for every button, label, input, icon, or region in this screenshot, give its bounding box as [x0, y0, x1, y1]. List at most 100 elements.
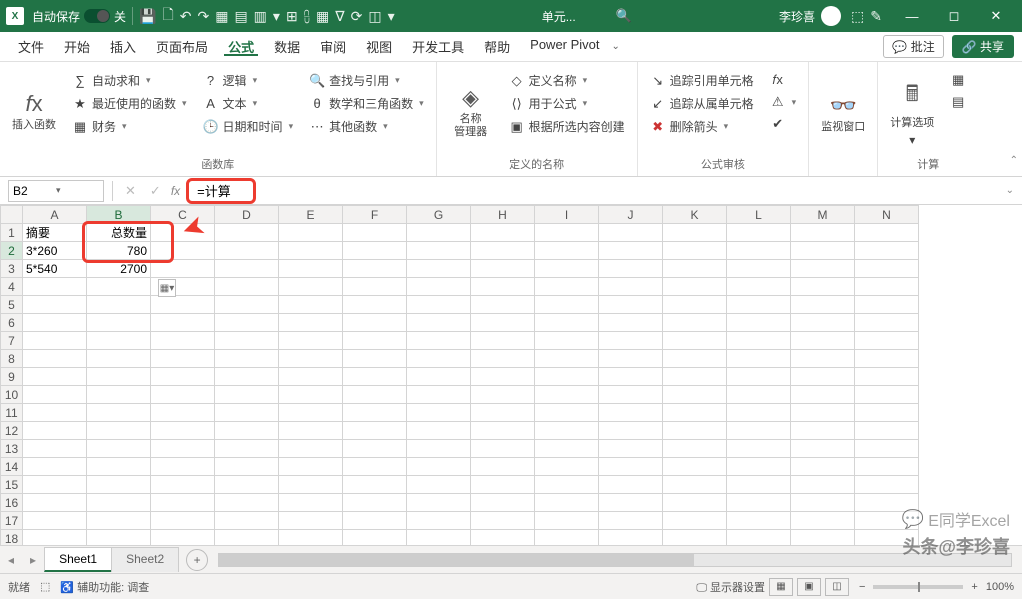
- cell[interactable]: [471, 440, 535, 458]
- cell[interactable]: [791, 224, 855, 242]
- autosave-toggle[interactable]: 自动保存 关: [32, 8, 126, 25]
- column-header[interactable]: H: [471, 206, 535, 224]
- cell[interactable]: [279, 314, 343, 332]
- cell[interactable]: [663, 242, 727, 260]
- cell[interactable]: [599, 260, 663, 278]
- cell[interactable]: [535, 512, 599, 530]
- accessibility-status[interactable]: ♿ 辅助功能: 调查: [60, 579, 149, 595]
- cell[interactable]: [599, 512, 663, 530]
- fx-icon[interactable]: fx: [171, 184, 180, 198]
- cell[interactable]: [343, 386, 407, 404]
- cell[interactable]: [151, 314, 215, 332]
- column-header[interactable]: A: [23, 206, 87, 224]
- cell[interactable]: [791, 314, 855, 332]
- define-name-button[interactable]: ◇定义名称▾: [505, 70, 629, 91]
- cell[interactable]: [343, 440, 407, 458]
- cell[interactable]: [151, 404, 215, 422]
- cell[interactable]: [599, 278, 663, 296]
- create-from-selection-button[interactable]: ▣根据所选内容创建: [505, 116, 629, 137]
- cell[interactable]: [23, 350, 87, 368]
- cell[interactable]: [343, 476, 407, 494]
- cell[interactable]: [343, 422, 407, 440]
- column-header[interactable]: L: [727, 206, 791, 224]
- cell[interactable]: [599, 440, 663, 458]
- cell[interactable]: [599, 332, 663, 350]
- menu-tab-审阅[interactable]: 审阅: [310, 37, 356, 56]
- cell[interactable]: [151, 530, 215, 546]
- cell[interactable]: [727, 332, 791, 350]
- trace-dependents-button[interactable]: ↙追踪从属单元格: [646, 93, 758, 114]
- pen-icon[interactable]: ✎: [870, 8, 882, 25]
- cell[interactable]: [151, 458, 215, 476]
- cell[interactable]: [215, 332, 279, 350]
- cell[interactable]: [23, 368, 87, 386]
- cell[interactable]: [23, 494, 87, 512]
- cell[interactable]: [87, 458, 151, 476]
- formula-input[interactable]: =计算: [186, 178, 256, 204]
- cell[interactable]: [87, 476, 151, 494]
- lookup-button[interactable]: 🔍查找与引用▾: [305, 70, 428, 91]
- use-in-formula-button[interactable]: ⟨⟩用于公式▾: [505, 93, 629, 114]
- cell[interactable]: [215, 530, 279, 546]
- cell[interactable]: 2700: [87, 260, 151, 278]
- cell[interactable]: [407, 422, 471, 440]
- cell[interactable]: [215, 476, 279, 494]
- cell[interactable]: [663, 512, 727, 530]
- cell[interactable]: [727, 278, 791, 296]
- math-button[interactable]: θ数学和三角函数▾: [305, 93, 428, 114]
- cell[interactable]: [663, 458, 727, 476]
- cell[interactable]: [279, 476, 343, 494]
- insert-function-button[interactable]: fx 插入函数: [8, 66, 60, 154]
- cell[interactable]: [87, 350, 151, 368]
- cell[interactable]: [471, 350, 535, 368]
- cell[interactable]: 5*540: [23, 260, 87, 278]
- calc-sheet-button[interactable]: ▤: [946, 92, 970, 112]
- cell[interactable]: [23, 458, 87, 476]
- cell[interactable]: [471, 476, 535, 494]
- row-header[interactable]: 11: [1, 404, 23, 422]
- cell[interactable]: [279, 422, 343, 440]
- menu-overflow-icon[interactable]: ⌄: [612, 41, 620, 52]
- cell[interactable]: [407, 224, 471, 242]
- cell[interactable]: [855, 314, 919, 332]
- cell[interactable]: [87, 440, 151, 458]
- save-icon[interactable]: 💾: [139, 8, 156, 25]
- cell[interactable]: [791, 404, 855, 422]
- menu-tab-公式[interactable]: 公式: [218, 37, 264, 56]
- error-checking-button[interactable]: ⚠▾: [766, 92, 801, 112]
- cell[interactable]: [215, 350, 279, 368]
- sheet-tab[interactable]: Sheet1: [44, 547, 112, 572]
- cell[interactable]: [727, 314, 791, 332]
- maximize-button[interactable]: ◻: [934, 2, 974, 30]
- menu-tab-Power Pivot[interactable]: Power Pivot: [520, 37, 609, 52]
- cell[interactable]: [407, 530, 471, 546]
- redo-icon[interactable]: ↷: [197, 8, 209, 25]
- cell[interactable]: [471, 512, 535, 530]
- cell[interactable]: [535, 458, 599, 476]
- cell[interactable]: [151, 350, 215, 368]
- zoom-slider[interactable]: [873, 585, 963, 589]
- search-icon[interactable]: 🔍: [616, 8, 632, 24]
- cell[interactable]: [279, 224, 343, 242]
- zoom-in-button[interactable]: +: [971, 581, 977, 593]
- cell[interactable]: [535, 278, 599, 296]
- cell[interactable]: [791, 476, 855, 494]
- cell[interactable]: [471, 278, 535, 296]
- column-header[interactable]: E: [279, 206, 343, 224]
- cell[interactable]: [87, 386, 151, 404]
- cell[interactable]: [215, 368, 279, 386]
- cell[interactable]: [599, 296, 663, 314]
- cell[interactable]: [791, 260, 855, 278]
- cell[interactable]: [23, 476, 87, 494]
- cell[interactable]: [151, 224, 215, 242]
- row-header[interactable]: 16: [1, 494, 23, 512]
- cell[interactable]: 3*260: [23, 242, 87, 260]
- cell[interactable]: [663, 530, 727, 546]
- cell[interactable]: [407, 440, 471, 458]
- cell[interactable]: [535, 422, 599, 440]
- qat-icon[interactable]: ∇: [335, 8, 344, 25]
- cell[interactable]: [279, 242, 343, 260]
- datetime-button[interactable]: 🕒日期和时间▾: [199, 116, 298, 137]
- row-header[interactable]: 4: [1, 278, 23, 296]
- view-page-layout-button[interactable]: ▣: [797, 578, 821, 596]
